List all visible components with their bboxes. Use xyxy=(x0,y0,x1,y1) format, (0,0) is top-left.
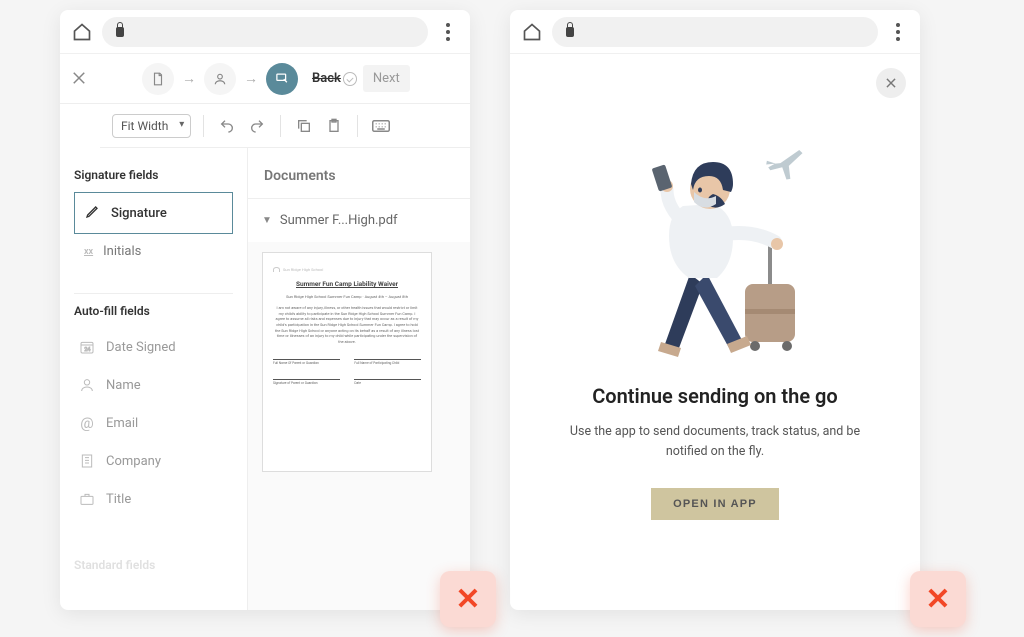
document-thumbnail[interactable]: Sun Ridge High School Summer Fun Camp Li… xyxy=(262,252,432,472)
keyboard-icon[interactable] xyxy=(370,115,392,137)
preview-body: I am not aware of any injury, illness, o… xyxy=(273,305,421,345)
wizard-step-fields-icon[interactable] xyxy=(266,63,298,95)
home-icon[interactable] xyxy=(522,22,542,42)
document-filename: Summer F...High.pdf xyxy=(280,213,398,228)
wizard-step-recipient-icon[interactable] xyxy=(204,63,236,95)
wizard-bar: → → Back Next xyxy=(60,54,470,104)
preview-subtitle: Sun Ridge High School Summer Fun Camp · … xyxy=(286,294,408,299)
field-label: Signature xyxy=(111,206,167,221)
field-label: Initials xyxy=(103,244,141,259)
open-in-app-button[interactable]: OPEN IN APP xyxy=(651,488,779,520)
checkmark-icon xyxy=(343,72,357,86)
standard-fields-heading: Standard fields xyxy=(74,558,233,572)
briefcase-icon xyxy=(78,490,96,508)
company-icon xyxy=(78,452,96,470)
field-label: Name xyxy=(106,378,141,393)
collapse-triangle-icon: ▼ xyxy=(262,215,272,226)
copy-icon[interactable] xyxy=(293,115,315,137)
promo-title: Continue sending on the go xyxy=(592,384,838,408)
sig-caption-2: Full Name of Participating Child xyxy=(354,359,421,365)
home-icon[interactable] xyxy=(72,22,92,42)
person-icon xyxy=(78,376,96,394)
wizard-step-document-icon[interactable] xyxy=(142,63,174,95)
pen-icon xyxy=(85,203,101,223)
browser-chrome xyxy=(60,10,470,54)
field-company[interactable]: Company xyxy=(74,442,233,480)
field-label: Email xyxy=(106,416,138,431)
redo-icon[interactable] xyxy=(246,115,268,137)
field-initials[interactable]: xx Initials xyxy=(74,234,233,269)
field-label: Title xyxy=(106,492,131,507)
field-name[interactable]: Name xyxy=(74,366,233,404)
url-bar[interactable] xyxy=(102,17,428,47)
svg-text:24: 24 xyxy=(84,347,90,353)
clipboard-icon[interactable] xyxy=(323,115,345,137)
field-email[interactable]: @ Email xyxy=(74,404,233,442)
document-file-row[interactable]: ▼ Summer F...High.pdf xyxy=(248,199,470,242)
undo-icon[interactable] xyxy=(216,115,238,137)
lock-icon xyxy=(116,27,124,37)
fields-sidebar: Signature fields Signature xx Initials A… xyxy=(60,148,248,610)
document-toolbar: Fit Width xyxy=(100,104,470,148)
field-date-signed[interactable]: 24 Date Signed xyxy=(74,328,233,366)
calendar-icon: 24 xyxy=(78,338,96,356)
negative-annotation-icon: ✕ xyxy=(440,571,496,627)
documents-heading: Documents xyxy=(248,148,470,199)
initials-icon: xx xyxy=(84,247,93,257)
sig-caption-4: Date xyxy=(354,379,421,385)
kebab-menu-icon[interactable] xyxy=(888,23,908,41)
promo-body: Continue sending on the go Use the app t… xyxy=(510,54,920,610)
zoom-fit-select[interactable]: Fit Width xyxy=(112,114,191,138)
promo-subtitle: Use the app to send documents, track sta… xyxy=(565,422,865,462)
back-button[interactable]: Back xyxy=(308,65,361,92)
negative-annotation-icon: ✕ xyxy=(910,571,966,627)
sig-caption-1: Full Name Of Parent or Guardian xyxy=(273,359,340,365)
signature-editor-screen: → → Back Next Fit Width xyxy=(60,10,470,610)
field-label: Date Signed xyxy=(106,340,176,355)
autofill-fields-heading: Auto-fill fields xyxy=(74,304,233,318)
close-button[interactable] xyxy=(876,68,906,98)
chevron-right-icon: → xyxy=(242,70,260,87)
airplane-icon xyxy=(761,141,808,191)
field-title[interactable]: Title xyxy=(74,480,233,518)
at-icon: @ xyxy=(78,414,96,432)
field-label: Company xyxy=(106,454,161,469)
field-signature[interactable]: Signature xyxy=(74,192,233,234)
traveler-illustration xyxy=(595,134,835,364)
sig-caption-3: Signature of Parent or Guardian xyxy=(273,379,340,385)
close-icon[interactable] xyxy=(70,69,90,89)
back-label: Back xyxy=(312,71,341,86)
chevron-right-icon: → xyxy=(180,70,198,87)
promo-screen: Continue sending on the go Use the app t… xyxy=(510,10,920,610)
next-button[interactable]: Next xyxy=(363,65,410,92)
lock-icon xyxy=(566,27,574,37)
preview-title: Summer Fun Camp Liability Waiver xyxy=(296,280,398,288)
url-bar[interactable] xyxy=(552,17,878,47)
kebab-menu-icon[interactable] xyxy=(438,23,458,41)
document-pane: Documents ▼ Summer F...High.pdf Sun Ridg… xyxy=(248,148,470,610)
browser-chrome xyxy=(510,10,920,54)
signature-fields-heading: Signature fields xyxy=(74,168,233,182)
